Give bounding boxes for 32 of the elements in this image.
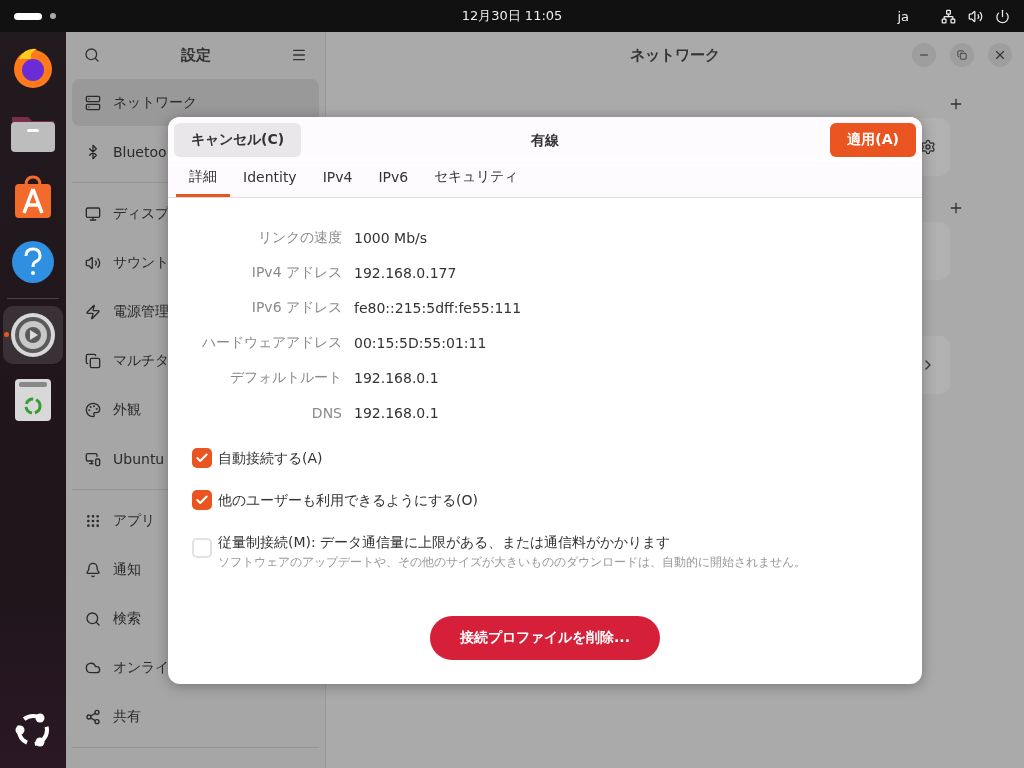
detail-label: リンクの速度 [257,228,342,247]
detail-value: fe80::215:5dff:fe55:111 [354,299,523,316]
detail-label: ハードウェアアドレス [201,333,342,352]
detail-value: 00:15:5D:55:01:11 [354,334,488,351]
dialog-title: 有線 [531,132,559,150]
detail-value: 192.168.0.1 [354,404,440,421]
sidebar-item-label: アプリ [113,511,155,530]
sidebar-item-label: 外観 [113,400,141,419]
detail-value: 192.168.0.177 [354,264,458,281]
sidebar-item-label: Ubuntu [113,450,165,467]
sidebar-item-label: ディスプ [113,204,169,223]
detail-value: 192.168.0.1 [354,369,440,386]
sidebar-title: 設定 [180,45,211,65]
sidebar-item-label: マルチタ [113,351,169,370]
page-title: ネットワーク [630,45,720,65]
detail-value: 1000 Mb/s [354,229,429,246]
sidebar-item-label: ネットワーク [113,93,197,112]
sidebar-item-label: 電源管理 [113,302,169,321]
sidebar-item-label: サウント [113,253,169,272]
checkbox-label: 自動接続する(A) [218,449,323,468]
checkbox-label: 従量制接続(M): データ通信量に上限がある、または通信料がかかります [218,533,672,552]
detail-label: IPv4 アドレス [250,263,342,282]
sidebar-item-label: 通知 [113,560,141,579]
sidebar-item-label: オンライ [113,658,169,677]
sidebar-item-label: Bluetoo [113,143,167,160]
sidebar-item-label: 共有 [113,707,141,726]
detail-label: IPv6 アドレス [250,298,342,317]
checkbox-description: ソフトウェアのアップデートや、その他のサイズが大きいもののダウンロードは、自動的に開始されません。 [218,554,806,571]
sidebar-item-label: 検索 [113,609,141,628]
checkbox-label: 他のユーザーも利用できるようにする(O) [218,491,478,510]
detail-label: デフォルトルート [229,368,342,387]
detail-label: DNS [310,404,342,421]
